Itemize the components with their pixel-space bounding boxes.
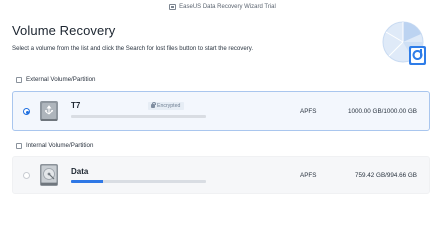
volume-t7-radio[interactable] (23, 108, 30, 115)
window-titlebar: EaseUS Data Recovery Wizard Trial (0, 0, 445, 14)
section-external-volumes: External Volume/Partition (16, 76, 95, 83)
volume-recovery-illustration-icon (382, 21, 426, 65)
volume-data-radio[interactable] (23, 172, 30, 179)
volume-t7-usage-bar (71, 115, 206, 118)
app-icon (169, 4, 177, 10)
lock-icon (151, 102, 157, 108)
section-internal-label: Internal Volume/Partition (26, 142, 94, 149)
encrypted-badge-label: Encrypted (157, 103, 181, 109)
page-subtitle: Select a volume from the list and click … (12, 45, 254, 52)
volume-data-capacity: 759.42 GB/994.66 GB (355, 172, 417, 179)
volume-data-usage-fill (71, 180, 104, 183)
section-internal-checkbox[interactable] (16, 142, 22, 149)
volume-data-filesystem: APFS (300, 172, 317, 179)
page-title: Volume Recovery (12, 23, 116, 38)
section-external-checkbox[interactable] (16, 76, 22, 83)
volume-row-data[interactable]: Data APFS 759.42 GB/994.66 GB (12, 156, 430, 194)
volume-data-name: Data (71, 167, 89, 176)
volume-t7-name: T7 (71, 101, 81, 110)
volume-t7-filesystem: APFS (300, 108, 317, 115)
volume-data-usage-bar (71, 180, 206, 183)
encrypted-badge: Encrypted (148, 102, 185, 110)
volume-row-t7[interactable]: T7 Encrypted APFS 1000.00 GB/1000.00 GB (12, 91, 430, 131)
volume-t7-capacity: 1000.00 GB/1000.00 GB (348, 108, 417, 115)
section-external-label: External Volume/Partition (26, 76, 96, 83)
section-internal-volumes: Internal Volume/Partition (16, 142, 93, 149)
hard-drive-icon (40, 164, 58, 186)
usb-drive-icon (40, 101, 58, 121)
window-title: EaseUS Data Recovery Wizard Trial (179, 4, 276, 10)
